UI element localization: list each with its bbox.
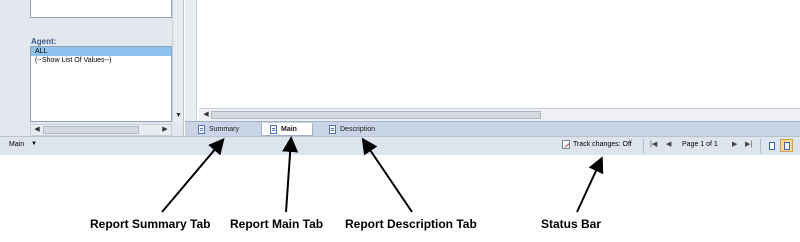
annotation-main-tab: Report Main Tab [230, 217, 324, 231]
annotation-status-bar: Status Bar [541, 217, 602, 231]
arrow-to-main-tab [282, 136, 299, 213]
arrow-to-status-bar [576, 156, 604, 213]
annotation-arrows [161, 136, 604, 213]
arrow-to-summary-tab [161, 137, 225, 213]
annotation-summary-tab: Report Summary Tab [90, 217, 211, 231]
annotation-description-tab: Report Description Tab [345, 217, 477, 231]
arrow-to-description-tab [361, 137, 413, 213]
